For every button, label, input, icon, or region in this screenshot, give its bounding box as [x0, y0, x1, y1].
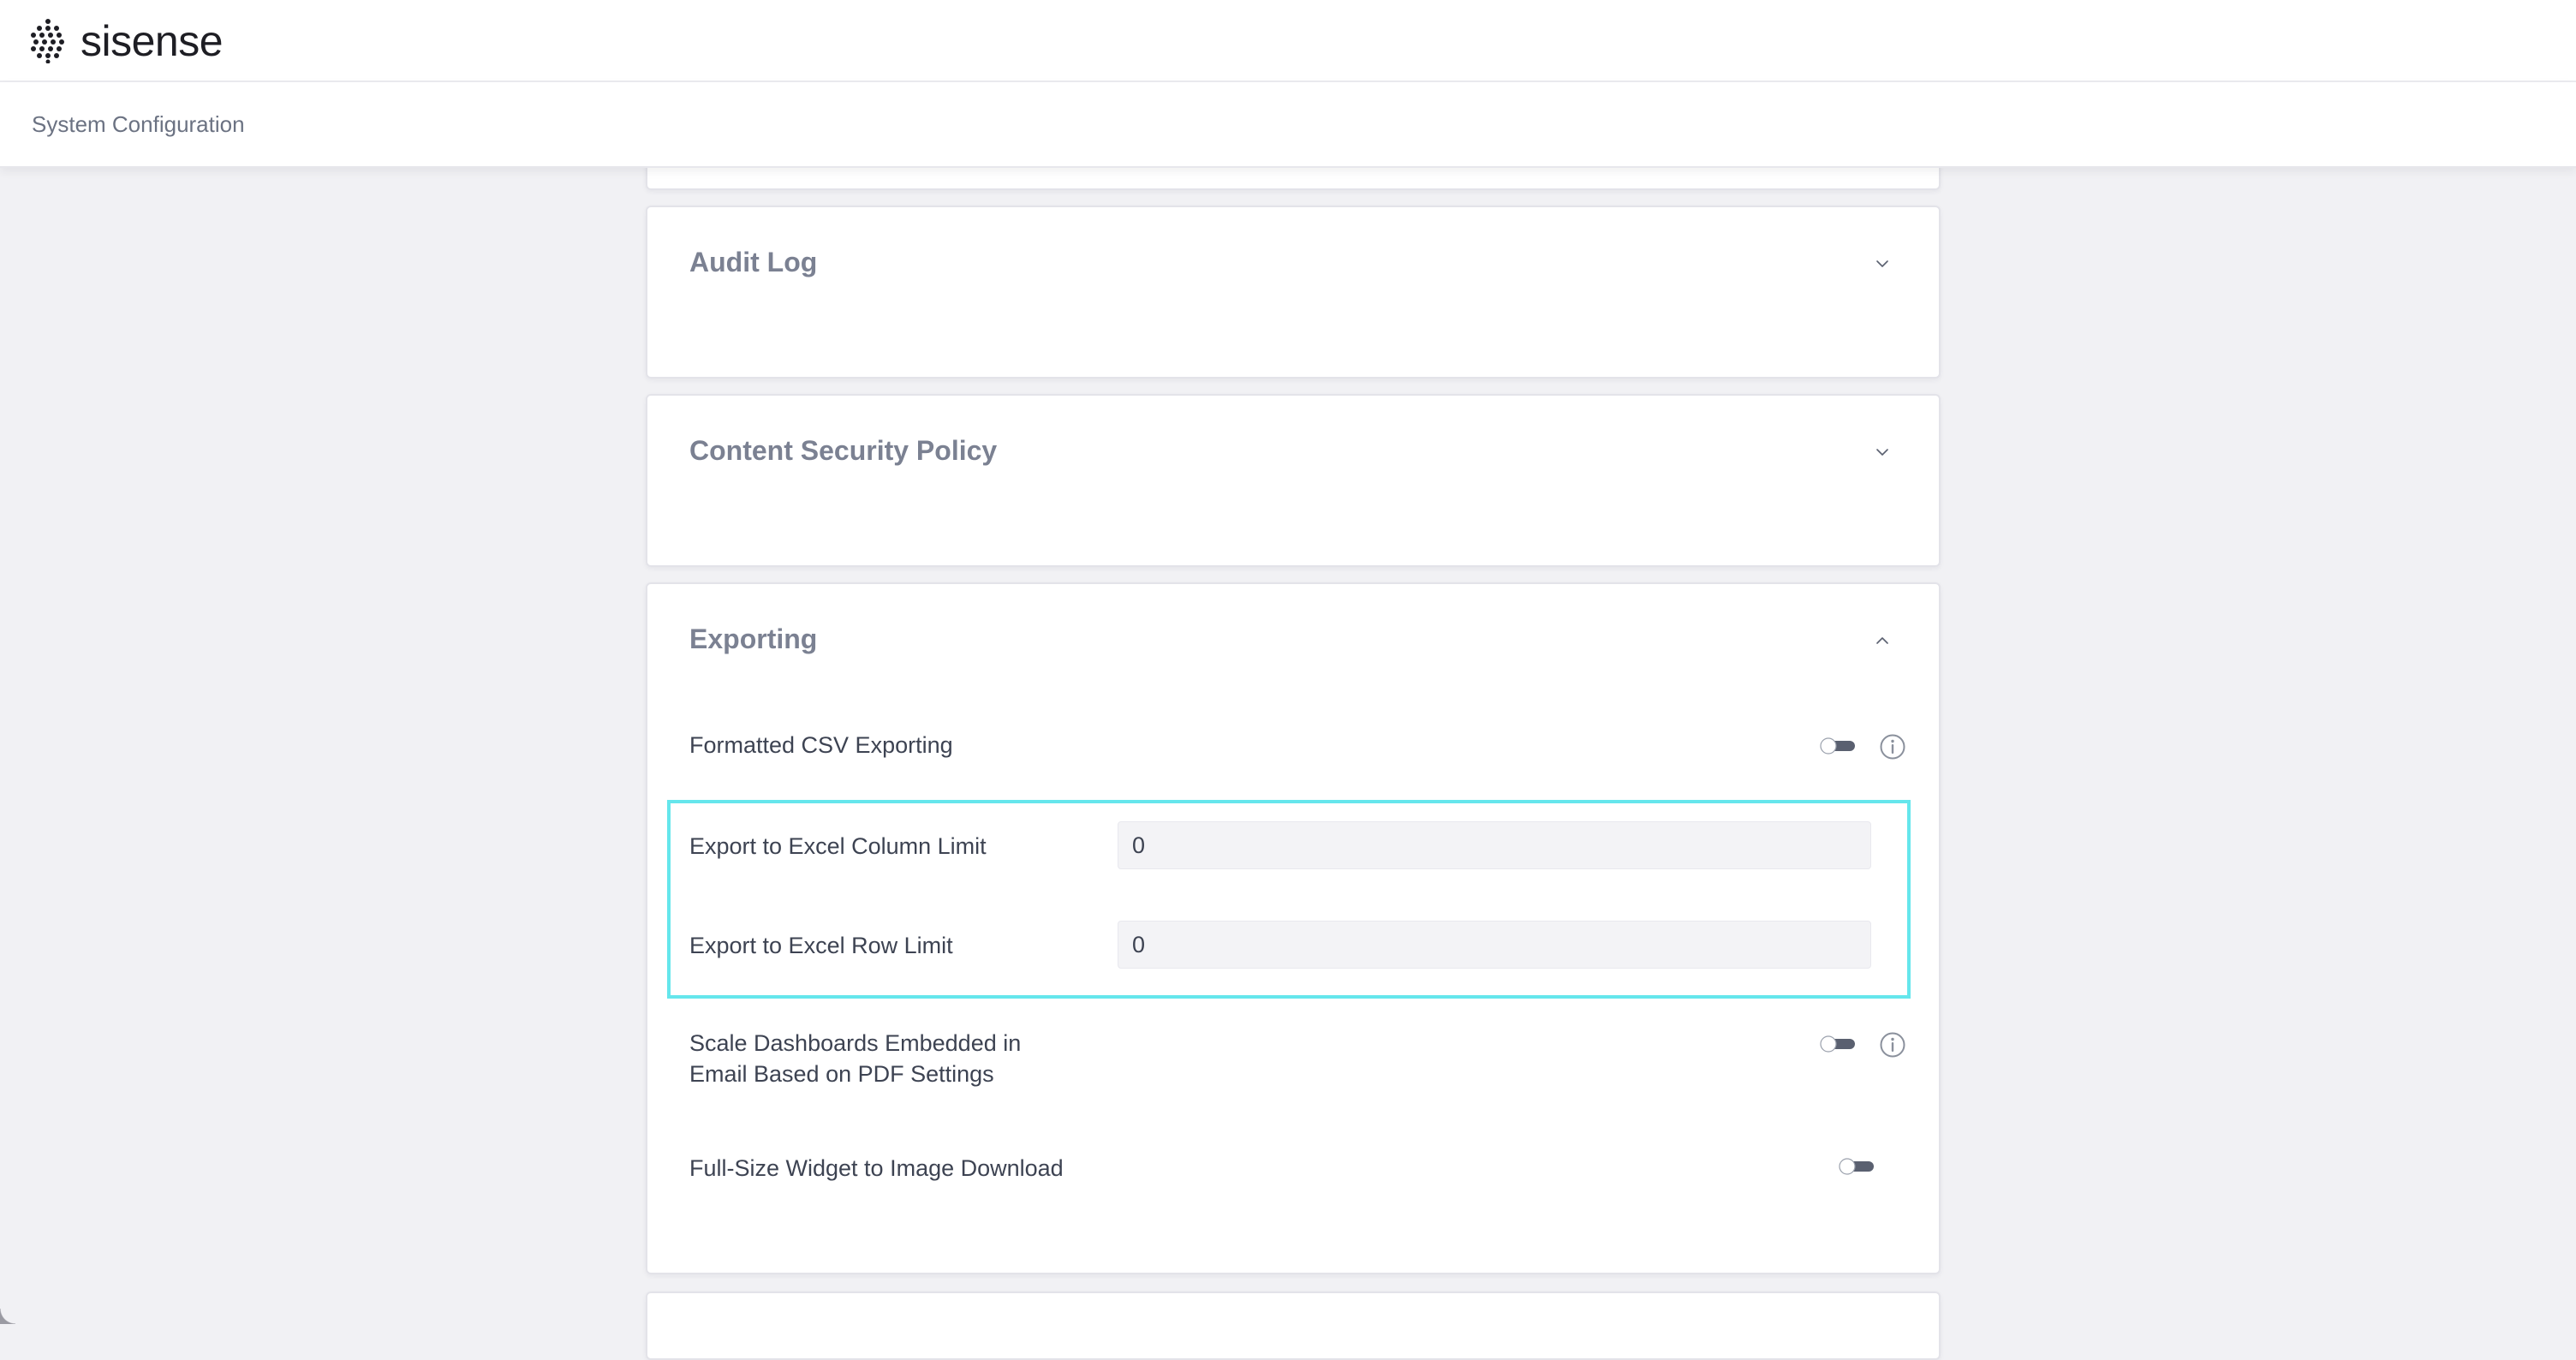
formatted-csv-toggle[interactable]	[1819, 737, 1857, 755]
brand-name: sisense	[80, 17, 224, 65]
page-header: System Configuration	[0, 82, 2576, 168]
excel-row-limit-label: Export to Excel Row Limit	[689, 933, 953, 958]
chevron-down-icon[interactable]	[1875, 257, 1889, 271]
top-navbar: sisense	[0, 0, 2576, 82]
excel-column-limit-label: Export to Excel Column Limit	[689, 833, 987, 859]
section-title: Exporting	[689, 623, 818, 654]
section-exporting: Exporting Formatted CSV Exporting Export…	[646, 582, 1941, 1274]
excel-row-limit-input[interactable]	[1118, 921, 1871, 969]
brand-logo[interactable]: sisense	[31, 17, 224, 65]
full-size-widget-toggle[interactable]	[1838, 1157, 1875, 1176]
info-icon[interactable]	[1879, 733, 1906, 761]
chevron-up-icon[interactable]	[1875, 634, 1889, 647]
window-corner	[0, 1309, 15, 1324]
info-icon[interactable]	[1879, 1031, 1906, 1059]
full-size-widget-label: Full-Size Widget to Image Download	[689, 1155, 1064, 1181]
scale-dashboards-toggle[interactable]	[1819, 1035, 1857, 1053]
excel-column-limit-input[interactable]	[1118, 821, 1871, 869]
section-audit-log[interactable]: Audit Log	[646, 206, 1941, 379]
section-title: Content Security Policy	[689, 435, 998, 466]
next-section-card	[646, 1291, 1941, 1360]
scale-dashboards-label: Scale Dashboards Embedded in Email Based…	[689, 1030, 1022, 1087]
chevron-down-icon[interactable]	[1875, 445, 1889, 459]
section-content-security-policy[interactable]: Content Security Policy	[646, 394, 1941, 567]
sisense-logo-icon	[31, 19, 64, 63]
formatted-csv-label: Formatted CSV Exporting	[689, 732, 953, 758]
section-title: Audit Log	[689, 247, 818, 277]
page-title: System Configuration	[32, 111, 245, 137]
